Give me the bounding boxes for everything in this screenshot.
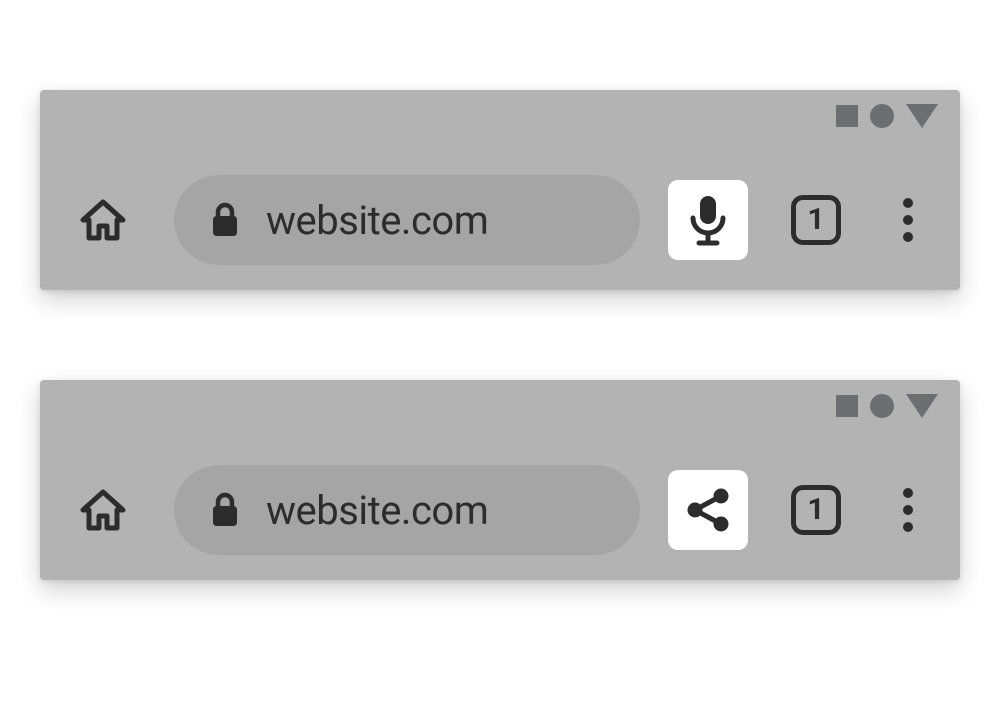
status-circle-icon — [870, 104, 894, 128]
overflow-menu-button[interactable] — [888, 192, 928, 248]
status-bar — [836, 104, 938, 128]
toolbar-row: website.com 1 — [40, 460, 960, 560]
more-vert-icon — [903, 215, 913, 225]
browser-toolbar: website.com 1 — [40, 380, 960, 580]
more-vert-icon — [903, 488, 913, 498]
share-icon — [682, 484, 734, 536]
url-text: website.com — [266, 487, 488, 534]
more-vert-icon — [903, 522, 913, 532]
toolbar-row: website.com 1 — [40, 170, 960, 270]
home-icon — [79, 196, 127, 244]
microphone-icon — [686, 192, 730, 248]
tab-count-frame: 1 — [791, 485, 841, 535]
overflow-menu-button[interactable] — [888, 482, 928, 538]
more-vert-icon — [903, 232, 913, 242]
home-button[interactable] — [72, 479, 134, 541]
status-bar — [836, 394, 938, 418]
more-vert-icon — [903, 505, 913, 515]
lock-icon — [210, 203, 240, 237]
address-bar[interactable]: website.com — [174, 465, 640, 555]
tab-count: 1 — [807, 495, 824, 525]
voice-search-button[interactable] — [668, 180, 748, 260]
tab-switcher-button[interactable]: 1 — [788, 192, 844, 248]
status-triangle-icon — [906, 104, 938, 128]
status-circle-icon — [870, 394, 894, 418]
status-square-icon — [836, 105, 858, 127]
tab-count-frame: 1 — [791, 195, 841, 245]
more-vert-icon — [903, 198, 913, 208]
tab-switcher-button[interactable]: 1 — [788, 482, 844, 538]
home-button[interactable] — [72, 189, 134, 251]
status-triangle-icon — [906, 394, 938, 418]
home-icon — [79, 486, 127, 534]
address-bar[interactable]: website.com — [174, 175, 640, 265]
lock-icon — [210, 493, 240, 527]
tab-count: 1 — [807, 205, 824, 235]
share-button[interactable] — [668, 470, 748, 550]
url-text: website.com — [266, 197, 488, 244]
status-square-icon — [836, 395, 858, 417]
browser-toolbar: website.com 1 — [40, 90, 960, 290]
